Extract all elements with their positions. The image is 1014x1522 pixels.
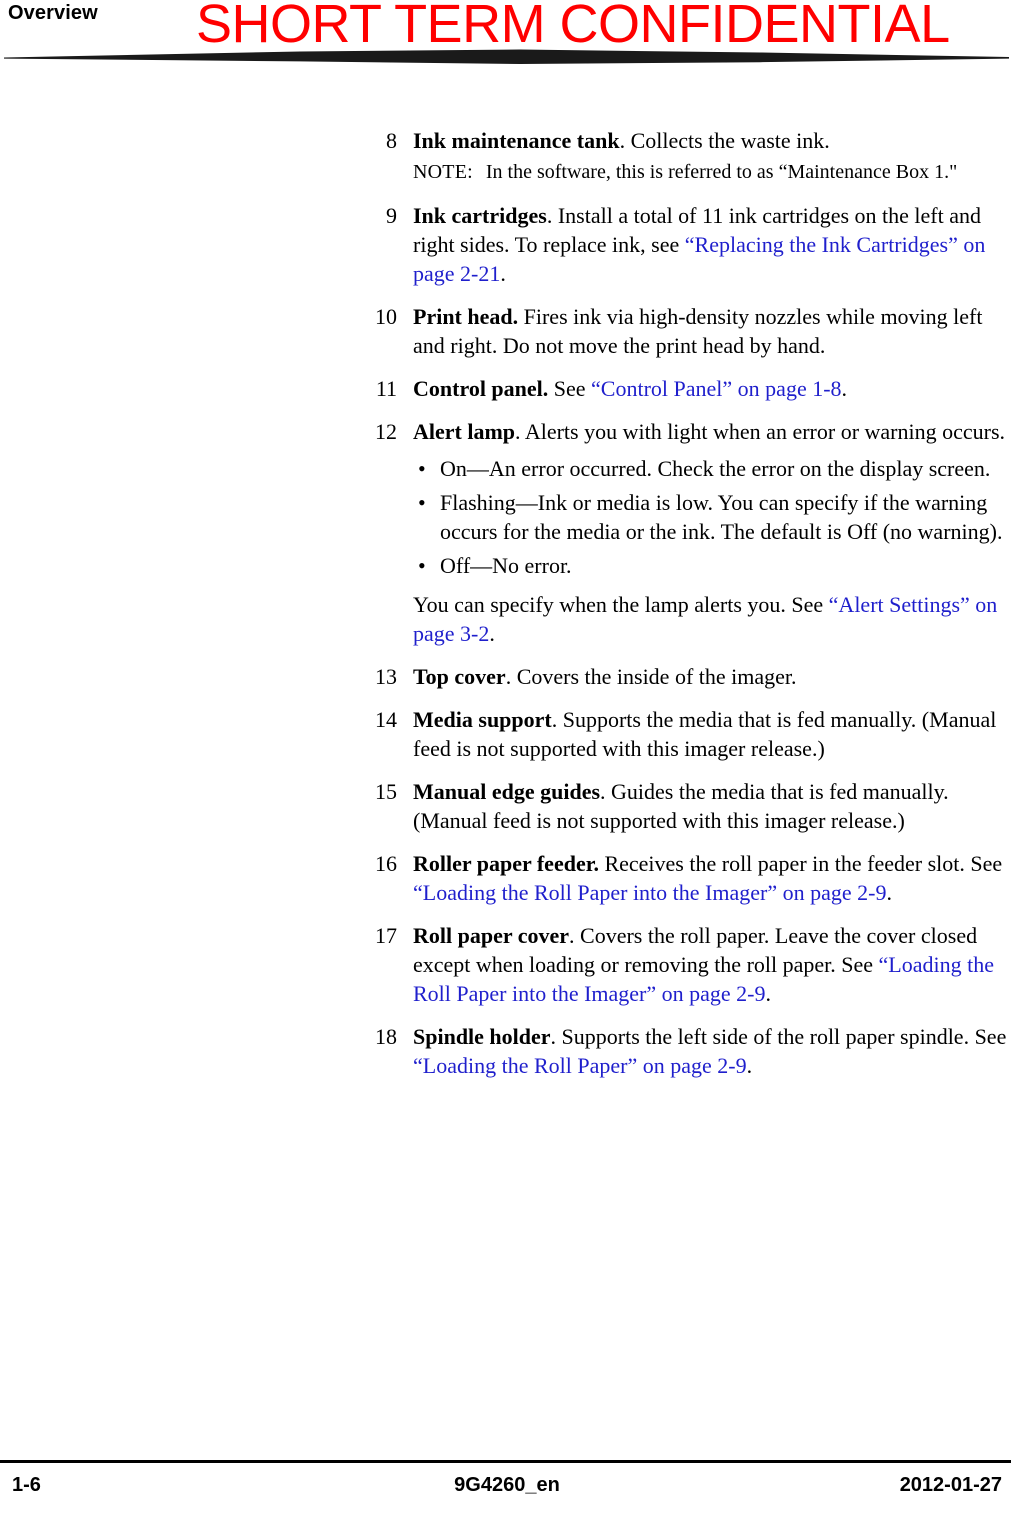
list-item-lead: Alert lamp	[413, 419, 516, 444]
bullet-list-item: • On—An error occurred. Check the error o…	[413, 454, 1014, 483]
subparagraph-text: You can specify when the lamp alerts you…	[413, 592, 829, 617]
header-divider-rule	[4, 49, 1009, 64]
footer-row: 1-6 9G4260_en 2012-01-27	[0, 1474, 1014, 1508]
bullet-dot-icon: •	[418, 456, 426, 481]
list-item-tail: .	[765, 981, 772, 1006]
note-text: In the software, this is referred to as …	[485, 161, 958, 183]
page-header: Overview SHORT TERM CONFIDENTIAL	[0, 0, 1014, 70]
list-item-body: Print head. Fires ink via high-density n…	[413, 302, 1014, 360]
list-item-tail: .	[841, 376, 848, 401]
list-item-number: 16	[375, 851, 397, 876]
list-item-lead: Roll paper cover	[413, 923, 570, 948]
list-item-body: Spindle holder. Supports the left side o…	[413, 1022, 1014, 1080]
list-item-body: Manual edge guides. Guides the media tha…	[413, 777, 1014, 835]
list-item-body: Roller paper feeder. Receives the roll p…	[413, 849, 1014, 907]
list-item-text: . Collects the waste ink.	[619, 128, 830, 153]
list-item: 18 Spindle holder. Supports the left sid…	[355, 1022, 1014, 1080]
bullet-list: • On—An error occurred. Check the error o…	[413, 454, 1014, 580]
list-item-number: 8	[386, 128, 397, 153]
note-label: NOTE:	[413, 161, 473, 183]
list-item-text: . Covers the inside of the imager.	[505, 664, 797, 689]
list-item: 13 Top cover. Covers the inside of the i…	[355, 662, 1014, 691]
list-item-lead: Ink maintenance tank	[413, 128, 620, 153]
list-item: 14 Media support. Supports the media tha…	[355, 705, 1014, 763]
bullet-dot-icon: •	[418, 490, 426, 515]
list-item-lead: Top cover	[413, 664, 506, 689]
list-item-tail: .	[746, 1053, 753, 1078]
list-item-lead: Control panel.	[413, 376, 549, 401]
page-footer: 1-6 9G4260_en 2012-01-27	[0, 1460, 1014, 1522]
list-item-number: 18	[375, 1024, 397, 1049]
list-item-lead: Manual edge guides	[413, 779, 601, 804]
list-item-tail: .	[500, 261, 506, 286]
footer-divider-rule	[0, 1460, 1011, 1463]
footer-document-id: 9G4260_en	[454, 1474, 560, 1496]
list-item: 9 Ink cartridges. Install a total of 11 …	[355, 201, 1014, 288]
list-item-lead: Ink cartridges	[413, 203, 547, 228]
list-item-body: Alert lamp. Alerts you with light when a…	[413, 417, 1014, 648]
list-item-body: Media support. Supports the media that i…	[413, 705, 1014, 763]
bullet-list-item: • Flashing—Ink or media is low. You can s…	[413, 488, 1014, 546]
document-page: Overview SHORT TERM CONFIDENTIAL 8 Ink m…	[0, 0, 1014, 1522]
list-item-number: 17	[375, 923, 397, 948]
list-item-text: See	[548, 376, 592, 401]
bullet-text: On—An error occurred. Check the error on…	[440, 456, 991, 481]
bullet-dot-icon: •	[418, 553, 426, 578]
list-item-text: Receives the roll paper in the feeder sl…	[598, 851, 1003, 876]
list-item-number: 12	[375, 419, 397, 444]
list-item-text: . Alerts you with light when an error or…	[515, 419, 1006, 444]
list-item: 17 Roll paper cover. Covers the roll pap…	[355, 921, 1014, 1008]
list-item: 8 Ink maintenance tank. Collects the was…	[355, 126, 1014, 187]
list-item-body: Ink cartridges. Install a total of 11 in…	[413, 201, 1014, 288]
list-item-body: Ink maintenance tank. Collects the waste…	[413, 126, 1014, 187]
list-item: 10 Print head. Fires ink via high-densit…	[355, 302, 1014, 360]
list-item-body: Control panel. See “Control Panel” on pa…	[413, 374, 1014, 403]
cross-reference-link[interactable]: “Loading the Roll Paper” on page 2-9	[413, 1053, 747, 1078]
cross-reference-link[interactable]: “Control Panel” on page 1-8	[591, 376, 842, 401]
bullet-list-item: • Off—No error.	[413, 551, 1014, 580]
list-item-number: 9	[386, 203, 397, 228]
list-item-lead: Roller paper feeder.	[413, 851, 599, 876]
list-item-tail: .	[886, 880, 892, 905]
bullet-text: Flashing—Ink or media is low. You can sp…	[440, 490, 1003, 544]
list-item-body: Top cover. Covers the inside of the imag…	[413, 662, 1014, 691]
subparagraph-tail: .	[489, 621, 495, 646]
note-block: NOTE: In the software, this is referred t…	[413, 158, 1014, 187]
list-item-number: 13	[375, 664, 397, 689]
list-item-text: . Supports the left side of the roll pap…	[550, 1024, 1007, 1049]
list-item-body: Roll paper cover. Covers the roll paper.…	[413, 921, 1014, 1008]
list-item-number: 15	[375, 779, 397, 804]
list-item: 11 Control panel. See “Control Panel” on…	[355, 374, 1014, 403]
list-item: 16 Roller paper feeder. Receives the rol…	[355, 849, 1014, 907]
list-item-number: 10	[375, 304, 397, 329]
cross-reference-link[interactable]: “Loading the Roll Paper into the Imager”…	[413, 880, 886, 905]
list-item-lead: Media support	[413, 707, 552, 732]
list-item-lead: Spindle holder	[413, 1024, 551, 1049]
running-header-title: Overview	[8, 2, 98, 24]
list-item: 15 Manual edge guides. Guides the media …	[355, 777, 1014, 835]
list-item-subparagraph: You can specify when the lamp alerts you…	[413, 590, 1014, 648]
list-item-number: 14	[375, 707, 397, 732]
body-content: 8 Ink maintenance tank. Collects the was…	[0, 126, 1014, 1094]
list-item: 12 Alert lamp. Alerts you with light whe…	[355, 417, 1014, 648]
bullet-text: Off—No error.	[440, 553, 572, 578]
list-item-number: 11	[375, 376, 397, 401]
list-item-lead: Print head.	[413, 304, 519, 329]
footer-date: 2012-01-27	[899, 1474, 1002, 1496]
